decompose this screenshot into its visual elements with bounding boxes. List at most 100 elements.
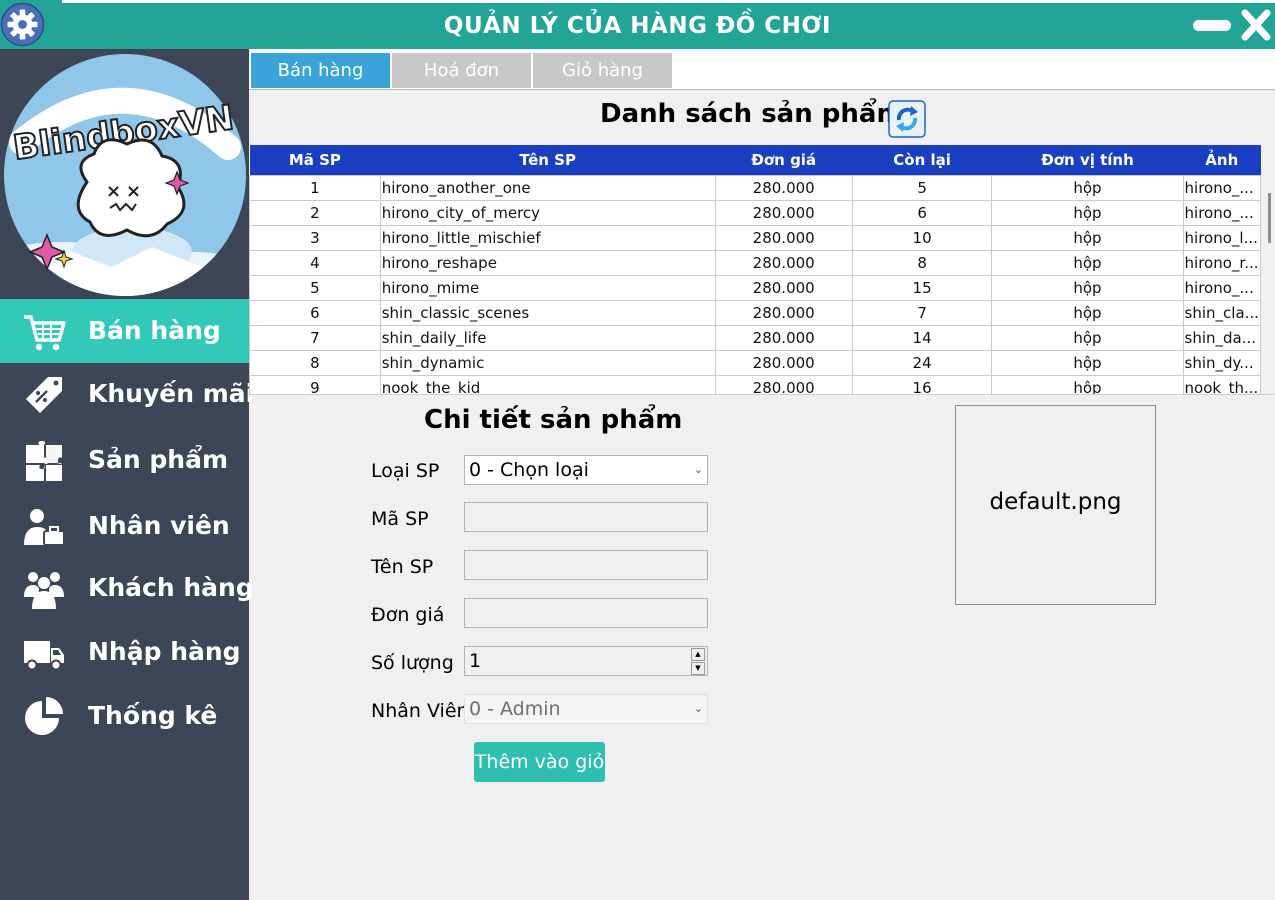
table-row[interactable]: 7 shin_daily_life 280.000 14 hộp shin_da...: [249, 325, 1261, 351]
close-icon[interactable]: [1240, 8, 1272, 42]
table-cell: hirono_...: [1182, 175, 1261, 201]
app-title: QUẢN LÝ CỦA HÀNG ĐỒ CHƠI: [443, 13, 832, 39]
table-cell: shin_dynamic: [379, 350, 716, 376]
shopping-cart-icon: [24, 315, 66, 351]
table-cell: 4: [249, 250, 381, 276]
table-scrollbar[interactable]: [1262, 145, 1275, 394]
table-cell: 5: [851, 175, 993, 201]
quantity-stepper[interactable]: 1 ▲ ▼: [464, 646, 708, 676]
table-row[interactable]: 5 hirono_mime 280.000 15 hộp hirono_...: [249, 275, 1261, 301]
price-field[interactable]: [464, 598, 708, 628]
sidebar-item-nhap-hang[interactable]: Nhập hàng: [0, 620, 249, 684]
table-cell: 280.000: [714, 200, 853, 226]
category-select[interactable]: 0 - Chọn loại ⌄: [464, 455, 708, 485]
sidebar-item-khuyen-mai[interactable]: Khuyến mãi: [0, 362, 254, 426]
table-cell: 10: [851, 225, 993, 251]
table-cell: 24: [851, 350, 993, 376]
table-row[interactable]: 4 hirono_reshape 280.000 8 hộp hirono_r...: [249, 250, 1261, 276]
tab-gio-hang[interactable]: Giỏ hàng: [533, 53, 672, 88]
pie-chart-icon: [25, 697, 63, 735]
tab-ban-hang[interactable]: Bán hàng: [251, 53, 390, 88]
table-cell: hirono_city_of_mercy: [379, 200, 716, 226]
table-cell: 280.000: [714, 350, 853, 376]
table-cell: 16: [851, 375, 993, 394]
table-cell: hirono_...: [1182, 200, 1261, 226]
sidebar-item-label: Thống kê: [88, 701, 218, 730]
sidebar-item-label: Nhập hàng: [88, 637, 241, 666]
svg-text:×: ×: [106, 181, 121, 202]
table-row[interactable]: 1 hirono_another_one 280.000 5 hộp hirono_...: [249, 175, 1261, 201]
column-header[interactable]: Đơn vị tính: [991, 145, 1184, 176]
sidebar-item-khach-hang[interactable]: Khách hàng: [0, 556, 254, 620]
spin-down-icon[interactable]: ▼: [691, 662, 705, 675]
table-row[interactable]: 3 hirono_little_mischief 280.000 10 hộp hiron…: [249, 225, 1261, 251]
table-cell: 280.000: [714, 325, 853, 351]
employee-icon: [24, 509, 65, 546]
table-cell: hộp: [991, 350, 1184, 376]
table-cell: shin_daily_life: [379, 325, 716, 351]
table-cell: 15: [851, 275, 993, 301]
puzzle-icon: [26, 441, 62, 481]
gear-icon[interactable]: [0, 2, 45, 47]
table-cell: 7: [851, 300, 993, 326]
table-scrollbar-thumb[interactable]: [1268, 193, 1271, 243]
product-image-preview: default.png: [955, 405, 1156, 605]
category-label: Loại SP: [371, 460, 440, 482]
employee-label: Nhân Viên: [371, 700, 469, 722]
sidebar-item-label: Nhân viên: [88, 511, 230, 540]
section-divider: [249, 394, 1275, 395]
minimize-icon[interactable]: [1193, 20, 1231, 31]
table-cell: 1: [249, 175, 381, 201]
table-cell: hộp: [991, 200, 1184, 226]
sidebar-item-label: Bán hàng: [88, 316, 221, 345]
sidebar-item-san-pham[interactable]: Sản phẩm: [0, 428, 249, 492]
table-cell: shin_classic_scenes: [379, 300, 716, 326]
column-header[interactable]: Đơn giá: [715, 145, 853, 176]
name-label: Tên SP: [371, 556, 434, 578]
table-cell: 280.000: [714, 250, 853, 276]
table-cell: 280.000: [714, 300, 853, 326]
table-cell: hirono_another_one: [379, 175, 716, 201]
table-row[interactable]: 2 hirono_city_of_mercy 280.000 6 hộp hirono_.…: [249, 200, 1261, 226]
code-label: Mã SP: [371, 508, 429, 530]
table-cell: 8: [851, 250, 993, 276]
customers-icon: [24, 572, 64, 609]
sidebar-item-thong-ke[interactable]: Thống kê: [0, 684, 249, 748]
table-cell: hộp: [991, 175, 1184, 201]
table-cell: 6: [851, 200, 993, 226]
employee-select: 0 - Admin ⌄: [464, 694, 708, 724]
refresh-icon[interactable]: [888, 100, 926, 138]
spin-up-icon[interactable]: ▲: [691, 648, 705, 661]
table-cell: hirono_l...: [1182, 225, 1261, 251]
discount-tag-icon: [26, 377, 62, 413]
table-row[interactable]: 8 shin_dynamic 280.000 24 hộp shin_dy...: [249, 350, 1261, 376]
column-header[interactable]: Mã SP: [249, 145, 381, 176]
table-header-row: Mã SP Tên SP Đơn giá Còn lại Đơn vị tính…: [249, 145, 1261, 176]
quantity-spin-buttons: ▲ ▼: [691, 648, 705, 675]
svg-text:×: ×: [126, 181, 141, 202]
table-cell: 5: [249, 275, 381, 301]
add-to-cart-button[interactable]: Thêm vào giỏ: [474, 742, 605, 782]
table-cell: hộp: [991, 325, 1184, 351]
brand-logo: BlindboxVN × ×: [4, 54, 246, 296]
name-field[interactable]: [464, 550, 708, 580]
sidebar-item-label: Khách hàng: [88, 573, 254, 602]
chevron-down-icon: ⌄: [693, 463, 703, 476]
column-header[interactable]: Ảnh: [1183, 145, 1261, 176]
table-cell: hộp: [991, 250, 1184, 276]
table-cell: hirono_mime: [379, 275, 716, 301]
tab-hoa-don[interactable]: Hoá đơn: [392, 53, 531, 88]
sidebar-item-nhan-vien[interactable]: Nhân viên: [0, 494, 249, 558]
sidebar-item-ban-hang[interactable]: Bán hàng: [0, 299, 249, 363]
table-cell: hirono_little_mischief: [379, 225, 716, 251]
chevron-down-icon: ⌄: [693, 702, 703, 715]
table-row[interactable]: 9 nook_the_kid 280.000 16 hộp nook_th...: [249, 375, 1261, 394]
code-field[interactable]: [464, 502, 708, 532]
column-header[interactable]: Tên SP: [380, 145, 716, 176]
image-filename: default.png: [989, 489, 1122, 515]
category-select-value: 0 - Chọn loại: [469, 459, 589, 481]
table-cell: 14: [851, 325, 993, 351]
table-cell: hộp: [991, 300, 1184, 326]
column-header[interactable]: Còn lại: [852, 145, 992, 176]
table-row[interactable]: 6 shin_classic_scenes 280.000 7 hộp shin_cla.…: [249, 300, 1261, 326]
